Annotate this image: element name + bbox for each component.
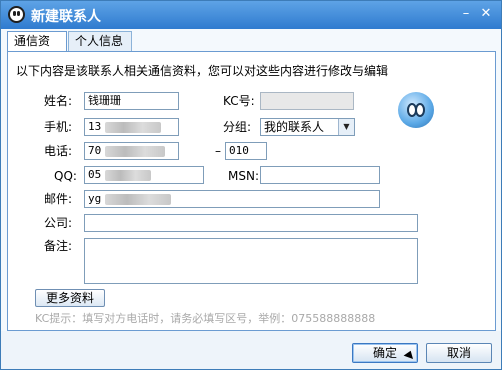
title-bar[interactable]: 新建联系人 – ✕ (1, 1, 501, 29)
phone-value: 70 (88, 144, 102, 157)
msn-label: MSN: (228, 169, 259, 183)
kc-number-field (260, 92, 354, 110)
mobile-value: 13 (88, 120, 102, 133)
name-field[interactable]: 钱珊珊 (84, 92, 179, 110)
close-button[interactable]: ✕ (478, 7, 494, 21)
email-label: 邮件: (44, 192, 73, 206)
kc-logo-icon (8, 6, 25, 23)
contact-avatar-icon[interactable] (398, 92, 434, 128)
phone-field[interactable]: 70 (84, 142, 179, 160)
kc-label: KC号: (223, 94, 255, 108)
phone-label: 电话: (44, 144, 73, 158)
group-label: 分组: (223, 120, 252, 134)
area-separator: – (215, 144, 221, 158)
qq-label: QQ: (54, 169, 77, 183)
minimize-button[interactable]: – (458, 7, 474, 21)
msn-field[interactable] (260, 166, 380, 184)
qq-value: 05 (88, 168, 102, 181)
name-label: 姓名: (44, 94, 73, 108)
company-label: 公司: (44, 216, 73, 230)
window-title: 新建联系人 (31, 9, 101, 25)
more-info-button[interactable]: 更多资料 (35, 289, 105, 307)
name-value: 钱珊珊 (88, 94, 121, 107)
new-contact-window: 新建联系人 – ✕ 通信资料 个人信息 以下内容是该联系人相关通信资料，您可以对… (0, 0, 502, 370)
tab-contact-info[interactable]: 通信资料 (7, 31, 67, 66)
kc-hint-text: KC提示：填写对方电话时，请务必填写区号，举例：075588888888 (35, 312, 376, 325)
cancel-button[interactable]: 取消 (426, 343, 492, 363)
area-code-field[interactable]: 010 (225, 142, 267, 160)
redacted-blur (105, 193, 172, 205)
notes-textarea[interactable] (84, 238, 418, 284)
qq-field[interactable]: 05 (84, 166, 204, 184)
email-value: yg (88, 192, 102, 205)
notes-label: 备注: (44, 239, 73, 253)
mobile-field[interactable]: 13 (84, 118, 179, 136)
tab-personal-info[interactable]: 个人信息 (68, 31, 132, 51)
description-text: 以下内容是该联系人相关通信资料，您可以对这些内容进行修改与编辑 (16, 64, 389, 78)
dialog-footer: 确定 取消 (1, 331, 501, 369)
group-value: 我的联系人 (264, 120, 325, 134)
chevron-down-icon[interactable]: ▼ (338, 119, 354, 135)
redacted-blur (105, 169, 152, 181)
mobile-label: 手机: (44, 120, 73, 134)
company-field[interactable] (84, 214, 418, 232)
group-select[interactable]: 我的联系人 ▼ (260, 118, 355, 136)
redacted-blur (105, 145, 166, 157)
email-field[interactable]: yg (84, 190, 380, 208)
redacted-blur (105, 121, 162, 133)
contact-info-panel: 以下内容是该联系人相关通信资料，您可以对这些内容进行修改与编辑 姓名: 钱珊珊 … (7, 51, 496, 331)
